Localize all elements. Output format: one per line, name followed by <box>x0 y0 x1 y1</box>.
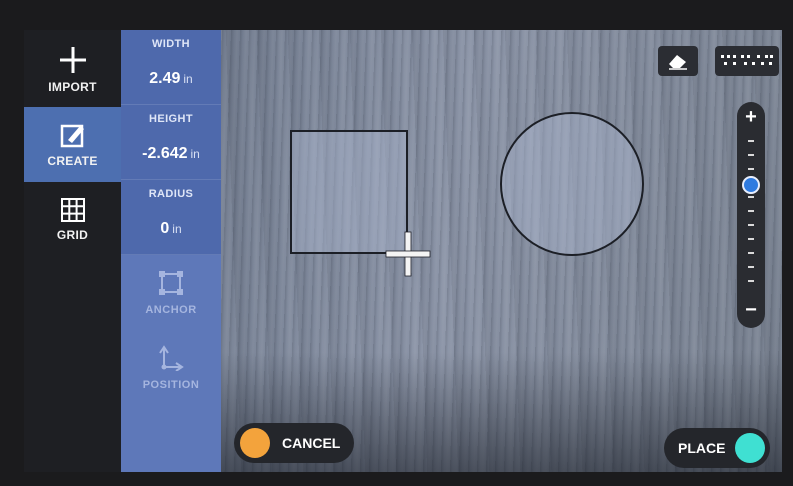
zoom-in-icon[interactable]: + <box>737 106 765 129</box>
zoom-tick <box>748 266 754 268</box>
zoom-slider[interactable]: + − <box>737 102 765 328</box>
eraser-button[interactable] <box>658 46 698 76</box>
height-value-row: -2.642 in <box>121 145 221 163</box>
zoom-tick <box>748 168 754 170</box>
zoom-tick <box>748 238 754 240</box>
eraser-icon <box>669 55 687 70</box>
nav-grid-label: GRID <box>56 227 89 242</box>
zoom-tick <box>748 210 754 212</box>
width-field[interactable]: WIDTH 2.49 in <box>121 30 221 105</box>
zoom-tick <box>748 252 754 254</box>
anchor-box-icon <box>159 270 183 295</box>
crosshair-cursor-icon[interactable] <box>384 230 432 278</box>
radius-value-row: 0 in <box>121 220 221 238</box>
zoom-tick <box>748 196 754 198</box>
nav-create[interactable]: CREATE <box>24 107 121 182</box>
left-nav: IMPORT CREATE GRID <box>24 30 121 472</box>
width-unit: in <box>183 72 193 86</box>
radius-unit: in <box>172 222 182 236</box>
nav-import[interactable]: IMPORT <box>24 32 121 107</box>
screen: IMPORT CREATE GRID WIDTH 2.49 in HEIGHT … <box>24 30 782 472</box>
place-dot-icon <box>735 433 766 463</box>
radius-field[interactable]: RADIUS 0 in <box>121 180 221 255</box>
nav-grid[interactable]: GRID <box>24 182 121 257</box>
position-label: POSITION <box>142 378 200 391</box>
width-label: WIDTH <box>151 38 191 50</box>
zoom-tick <box>748 224 754 226</box>
plus-icon <box>59 46 86 73</box>
zoom-knob[interactable] <box>742 175 760 194</box>
nav-import-label: IMPORT <box>48 79 97 94</box>
grid-icon <box>60 197 85 222</box>
dotted-pattern-icon <box>721 55 773 65</box>
zoom-out-icon[interactable]: − <box>737 299 765 322</box>
place-button[interactable]: PLACE <box>664 428 770 468</box>
width-value: 2.49 <box>149 70 181 87</box>
pattern-button[interactable] <box>715 46 779 76</box>
zoom-tick <box>748 140 754 142</box>
height-value: -2.642 <box>142 145 188 162</box>
position-axes-icon <box>159 344 184 371</box>
height-unit: in <box>190 147 200 161</box>
anchor-label: ANCHOR <box>145 303 197 316</box>
radius-value: 0 <box>160 220 170 237</box>
width-value-row: 2.49 in <box>121 70 221 88</box>
radius-label: RADIUS <box>148 188 194 200</box>
place-label: PLACE <box>678 440 726 456</box>
pen-square-icon <box>60 124 84 147</box>
circle-shape[interactable] <box>500 112 644 256</box>
cancel-dot-icon <box>240 428 270 458</box>
zoom-tick <box>748 154 754 156</box>
anchor-tool[interactable]: ANCHOR <box>121 255 221 330</box>
position-tool[interactable]: POSITION <box>121 330 221 405</box>
height-label: HEIGHT <box>149 113 193 125</box>
zoom-tick <box>748 280 754 282</box>
nav-create-label: CREATE <box>47 153 98 168</box>
height-field[interactable]: HEIGHT -2.642 in <box>121 105 221 180</box>
properties-panel: WIDTH 2.49 in HEIGHT -2.642 in RADIUS 0 in <box>121 30 221 472</box>
cancel-button[interactable]: CANCEL <box>234 423 354 463</box>
cancel-label: CANCEL <box>282 435 341 451</box>
